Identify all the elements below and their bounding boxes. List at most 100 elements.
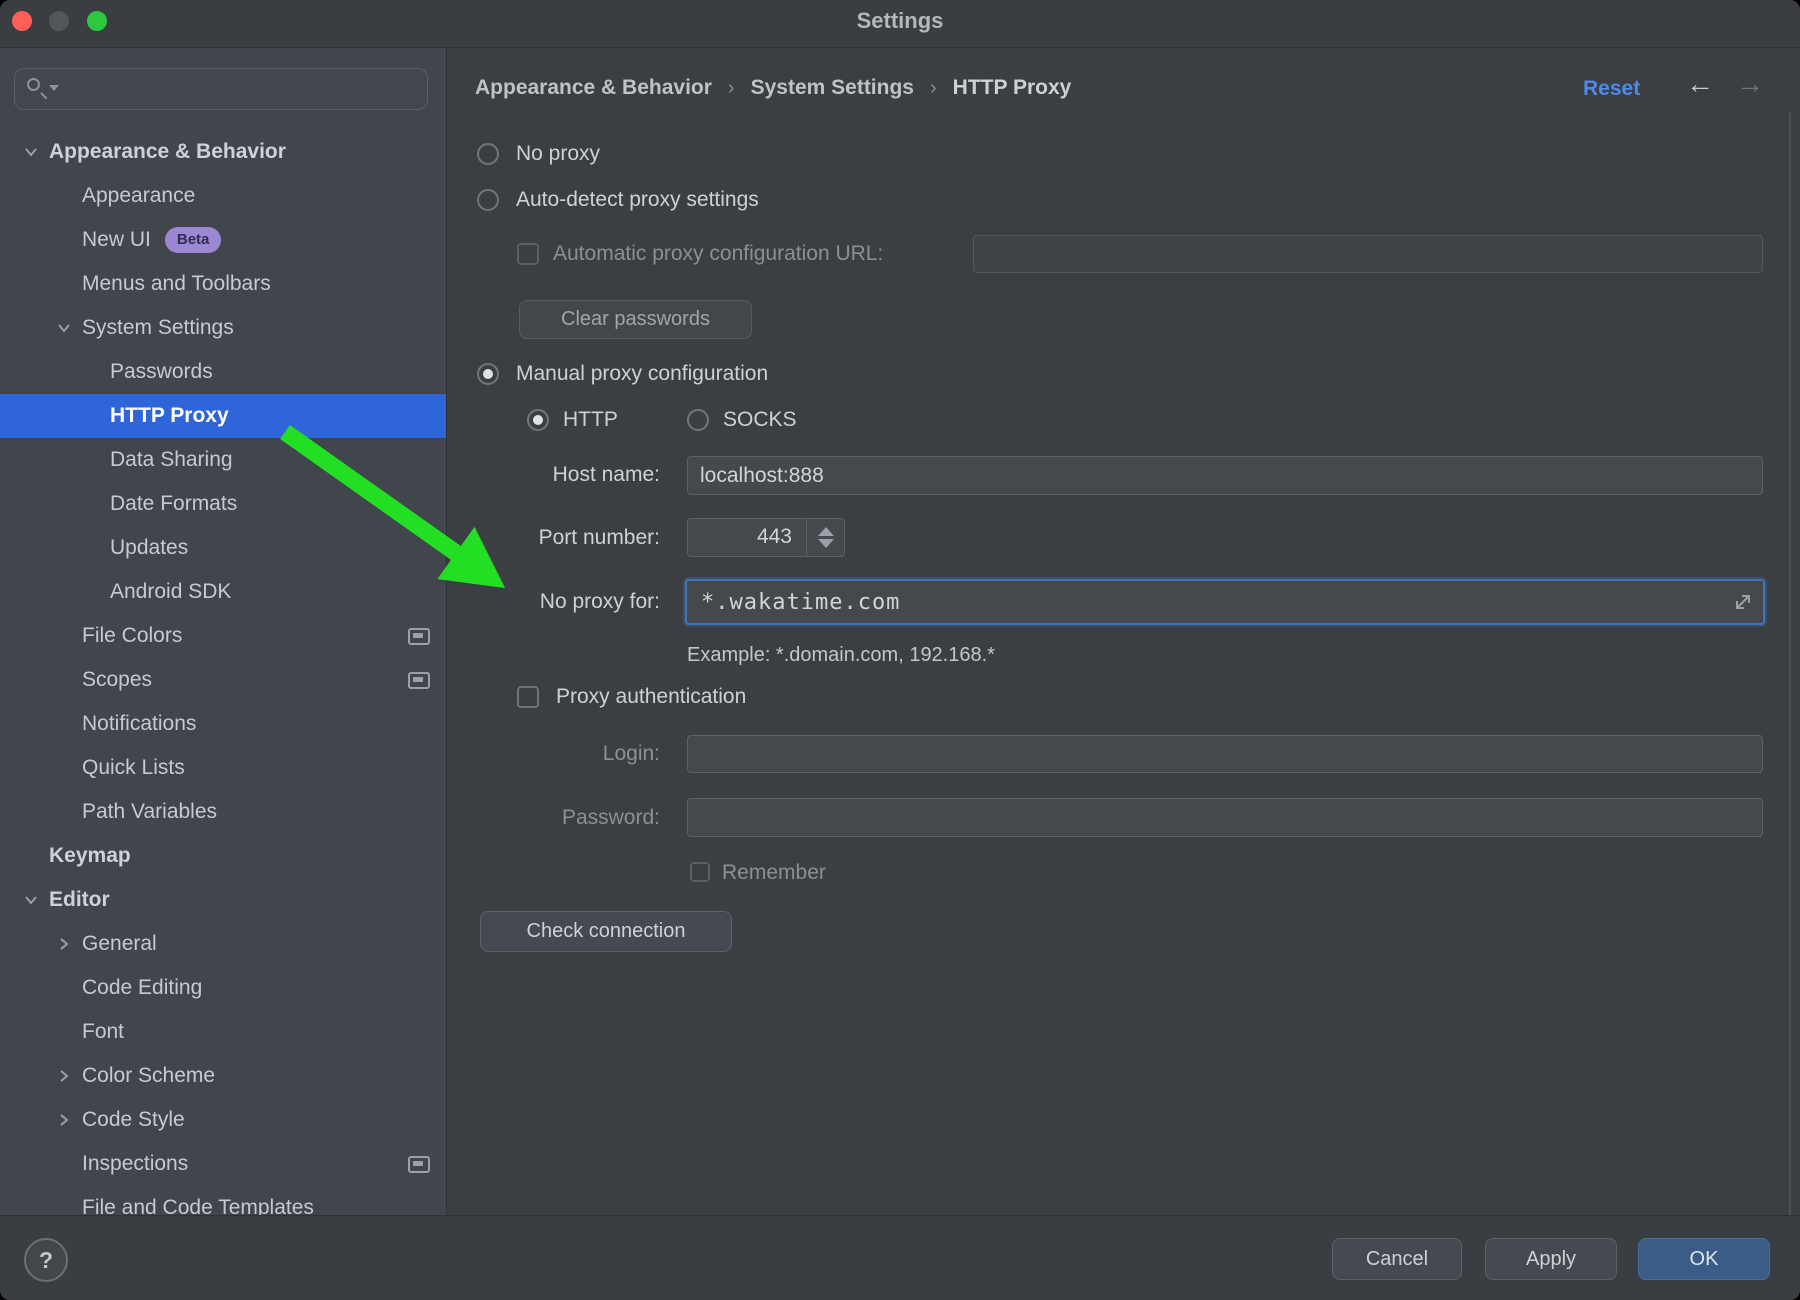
sidebar-item-label: Android SDK (110, 580, 231, 604)
chevron-right-icon[interactable] (55, 937, 73, 951)
sidebar-item-http-proxy[interactable]: HTTP Proxy (0, 394, 446, 438)
sidebar-item-passwords[interactable]: Passwords (0, 350, 446, 394)
port-spinner[interactable] (806, 519, 844, 556)
http-label[interactable]: HTTP (563, 407, 618, 433)
settings-tree: Appearance & Behavior Appearance New UIBet… (0, 130, 446, 1215)
login-input[interactable] (687, 735, 1763, 773)
auto-detect-label[interactable]: Auto-detect proxy settings (516, 187, 759, 213)
example-hint: Example: *.domain.com, 192.168.* (687, 644, 995, 667)
check-connection-label: Check connection (527, 920, 686, 943)
sidebar-item-label: New UI (82, 228, 151, 252)
ok-button[interactable]: OK (1638, 1238, 1770, 1280)
login-label: Login: (420, 741, 660, 767)
cancel-button[interactable]: Cancel (1332, 1238, 1462, 1280)
sidebar-item-label: Updates (110, 536, 188, 560)
sidebar-item-file-colors[interactable]: File Colors (0, 614, 446, 658)
sidebar-item-keymap[interactable]: Keymap (0, 834, 446, 878)
sidebar-item-code-style[interactable]: Code Style (0, 1098, 446, 1142)
sidebar-item-label: File and Code Templates (82, 1196, 314, 1215)
settings-sidebar: Appearance & Behavior Appearance New UIBet… (0, 48, 447, 1215)
cancel-label: Cancel (1366, 1248, 1428, 1271)
chevron-down-icon[interactable] (55, 321, 73, 335)
breadcrumb-appearance-behavior[interactable]: Appearance & Behavior (475, 76, 712, 100)
sidebar-item-appearance[interactable]: Appearance (0, 174, 446, 218)
auto-url-input[interactable] (973, 235, 1763, 273)
chevron-right-icon[interactable] (55, 1069, 73, 1083)
search-input[interactable] (67, 69, 419, 109)
proxy-auth-checkbox[interactable] (517, 686, 539, 708)
auto-url-checkbox[interactable] (517, 243, 539, 265)
sidebar-item-menus-and-toolbars[interactable]: Menus and Toolbars (0, 262, 446, 306)
sidebar-item-label: Inspections (82, 1152, 188, 1176)
sidebar-item-editor[interactable]: Editor (0, 878, 446, 922)
reset-link[interactable]: Reset (1583, 77, 1640, 101)
sidebar-item-new-ui[interactable]: New UIBeta (0, 218, 446, 262)
sidebar-item-updates[interactable]: Updates (0, 526, 446, 570)
sidebar-item-appearance-behavior[interactable]: Appearance & Behavior (0, 130, 446, 174)
sidebar-item-label: Path Variables (82, 800, 217, 824)
apply-button[interactable]: Apply (1485, 1238, 1617, 1280)
sidebar-item-label: General (82, 932, 157, 956)
chevron-right-icon[interactable] (55, 1113, 73, 1127)
remember-checkbox[interactable] (690, 862, 710, 882)
chevron-down-icon[interactable] (22, 893, 40, 907)
sidebar-item-label: System Settings (82, 316, 234, 340)
clear-passwords-label: Clear passwords (561, 308, 710, 331)
sidebar-item-label: Appearance (82, 184, 195, 208)
spinner-up-icon[interactable] (818, 527, 834, 536)
spinner-down-icon[interactable] (818, 539, 834, 548)
sidebar-item-file-and-code-templates[interactable]: File and Code Templates (0, 1186, 446, 1215)
help-button[interactable]: ? (24, 1238, 68, 1282)
sidebar-item-data-sharing[interactable]: Data Sharing (0, 438, 446, 482)
sidebar-item-quick-lists[interactable]: Quick Lists (0, 746, 446, 790)
proxy-auth-label[interactable]: Proxy authentication (556, 684, 746, 710)
sidebar-item-label: Color Scheme (82, 1064, 215, 1088)
breadcrumb-system-settings[interactable]: System Settings (751, 76, 914, 100)
socks-radio[interactable] (687, 409, 709, 431)
settings-search-field[interactable] (14, 68, 428, 110)
sidebar-item-label: File Colors (82, 624, 182, 648)
no-proxy-radio[interactable] (477, 143, 499, 165)
sidebar-item-label: Code Style (82, 1108, 185, 1132)
help-icon: ? (39, 1247, 53, 1274)
project-settings-icon (408, 1156, 430, 1173)
no-proxy-for-input[interactable] (699, 581, 1719, 623)
no-proxy-label[interactable]: No proxy (516, 141, 600, 167)
sidebar-item-color-scheme[interactable]: Color Scheme (0, 1054, 446, 1098)
sidebar-item-label: Date Formats (110, 492, 237, 516)
sidebar-item-scopes[interactable]: Scopes (0, 658, 446, 702)
sidebar-item-inspections[interactable]: Inspections (0, 1142, 446, 1186)
host-name-input[interactable] (687, 456, 1763, 495)
sidebar-item-android-sdk[interactable]: Android SDK (0, 570, 446, 614)
sidebar-item-label: Passwords (110, 360, 213, 384)
forward-arrow-icon[interactable]: → (1736, 70, 1764, 98)
expand-field-icon[interactable] (1731, 590, 1755, 614)
manual-proxy-radio[interactable] (477, 363, 499, 385)
sidebar-item-general[interactable]: General (0, 922, 446, 966)
sidebar-item-label: Font (82, 1020, 124, 1044)
chevron-down-icon[interactable] (22, 145, 40, 159)
sidebar-item-notifications[interactable]: Notifications (0, 702, 446, 746)
check-connection-button[interactable]: Check connection (480, 911, 732, 952)
back-arrow-icon[interactable]: ← (1686, 70, 1714, 98)
auto-detect-radio[interactable] (477, 189, 499, 211)
sidebar-item-path-variables[interactable]: Path Variables (0, 790, 446, 834)
port-number-stepper[interactable]: 443 (687, 518, 845, 557)
auto-url-label: Automatic proxy configuration URL: (553, 241, 883, 267)
content-right-divider (1789, 112, 1791, 1215)
sidebar-item-code-editing[interactable]: Code Editing (0, 966, 446, 1010)
manual-proxy-label[interactable]: Manual proxy configuration (516, 361, 768, 387)
project-settings-icon (408, 628, 430, 645)
sidebar-item-system-settings[interactable]: System Settings (0, 306, 446, 350)
host-name-label: Host name: (420, 462, 660, 488)
settings-dialog: Settings Appearance & BehaviorAppearance… (0, 0, 1800, 1300)
http-radio[interactable] (527, 409, 549, 431)
sidebar-item-font[interactable]: Font (0, 1010, 446, 1054)
no-proxy-for-field[interactable] (685, 579, 1765, 625)
port-number-value: 443 (757, 525, 792, 549)
sidebar-item-date-formats[interactable]: Date Formats (0, 482, 446, 526)
breadcrumb-separator: › (728, 77, 735, 100)
socks-label[interactable]: SOCKS (723, 407, 797, 433)
password-input[interactable] (687, 798, 1763, 837)
clear-passwords-button[interactable]: Clear passwords (519, 300, 752, 339)
